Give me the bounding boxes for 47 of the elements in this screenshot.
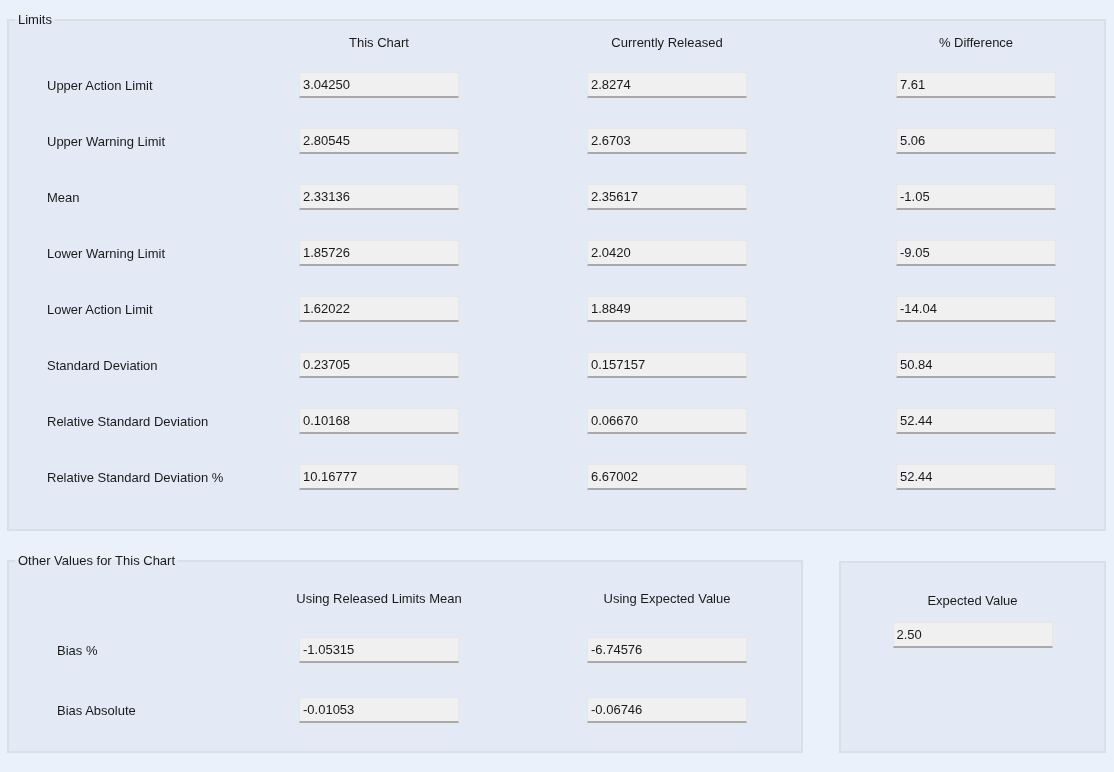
value-field[interactable]: -1.05	[896, 184, 1056, 210]
row-label: Bias %	[57, 642, 99, 658]
value-field[interactable]: 7.61	[896, 72, 1056, 98]
value-field[interactable]: 1.62022	[299, 296, 459, 322]
value-field[interactable]: 10.16777	[299, 464, 459, 490]
value-field[interactable]: 2.8274	[587, 72, 747, 98]
column-header: This Chart	[349, 34, 409, 50]
row-label: Lower Action Limit	[47, 301, 154, 317]
value-field[interactable]: -1.05315	[299, 637, 459, 663]
value-field[interactable]: -14.04	[896, 296, 1056, 322]
value-field[interactable]: 0.157157	[587, 352, 747, 378]
value-field[interactable]: 2.80545	[299, 128, 459, 154]
expected-value-field[interactable]: 2.50	[892, 622, 1053, 648]
value-field[interactable]: 1.8849	[587, 296, 747, 322]
group-title: Limits	[17, 12, 53, 27]
value-field[interactable]: 2.6703	[587, 128, 747, 154]
column-header: Expected Value	[927, 593, 1018, 608]
row-label: Bias Absolute	[57, 702, 137, 718]
row-label: Relative Standard Deviation	[47, 413, 210, 429]
row-label: Standard Deviation	[47, 357, 159, 373]
value-field[interactable]: 0.10168	[299, 408, 459, 434]
value-field[interactable]: -6.74576	[587, 637, 747, 663]
row-label: Upper Warning Limit	[47, 133, 166, 149]
row-label: Upper Action Limit	[47, 77, 154, 93]
row-label: Relative Standard Deviation %	[47, 469, 225, 485]
value-field[interactable]: 2.35617	[587, 184, 747, 210]
value-field[interactable]: 0.06670	[587, 408, 747, 434]
value-field[interactable]: -9.05	[896, 240, 1056, 266]
value-field[interactable]: -0.06746	[587, 697, 747, 723]
column-header: Using Expected Value	[603, 590, 731, 606]
value-field[interactable]: 50.84	[896, 352, 1056, 378]
group-title: Other Values for This Chart	[17, 553, 177, 568]
value-field[interactable]: 1.85726	[299, 240, 459, 266]
column-header: Using Released Limits Mean	[296, 590, 462, 606]
column-header: % Difference	[938, 34, 1014, 50]
value-field[interactable]: 2.33136	[299, 184, 459, 210]
value-field[interactable]: 2.0420	[587, 240, 747, 266]
column-header: Currently Released	[611, 34, 723, 50]
value-field[interactable]: 0.23705	[299, 352, 459, 378]
row-label: Lower Warning Limit	[47, 245, 166, 261]
value-field[interactable]: 52.44	[896, 464, 1056, 490]
value-field[interactable]: 5.06	[896, 128, 1056, 154]
value-field[interactable]: 52.44	[896, 408, 1056, 434]
value-field[interactable]: 6.67002	[587, 464, 747, 490]
row-label: Mean	[47, 189, 81, 205]
value-field[interactable]: 3.04250	[299, 72, 459, 98]
value-field[interactable]: -0.01053	[299, 697, 459, 723]
